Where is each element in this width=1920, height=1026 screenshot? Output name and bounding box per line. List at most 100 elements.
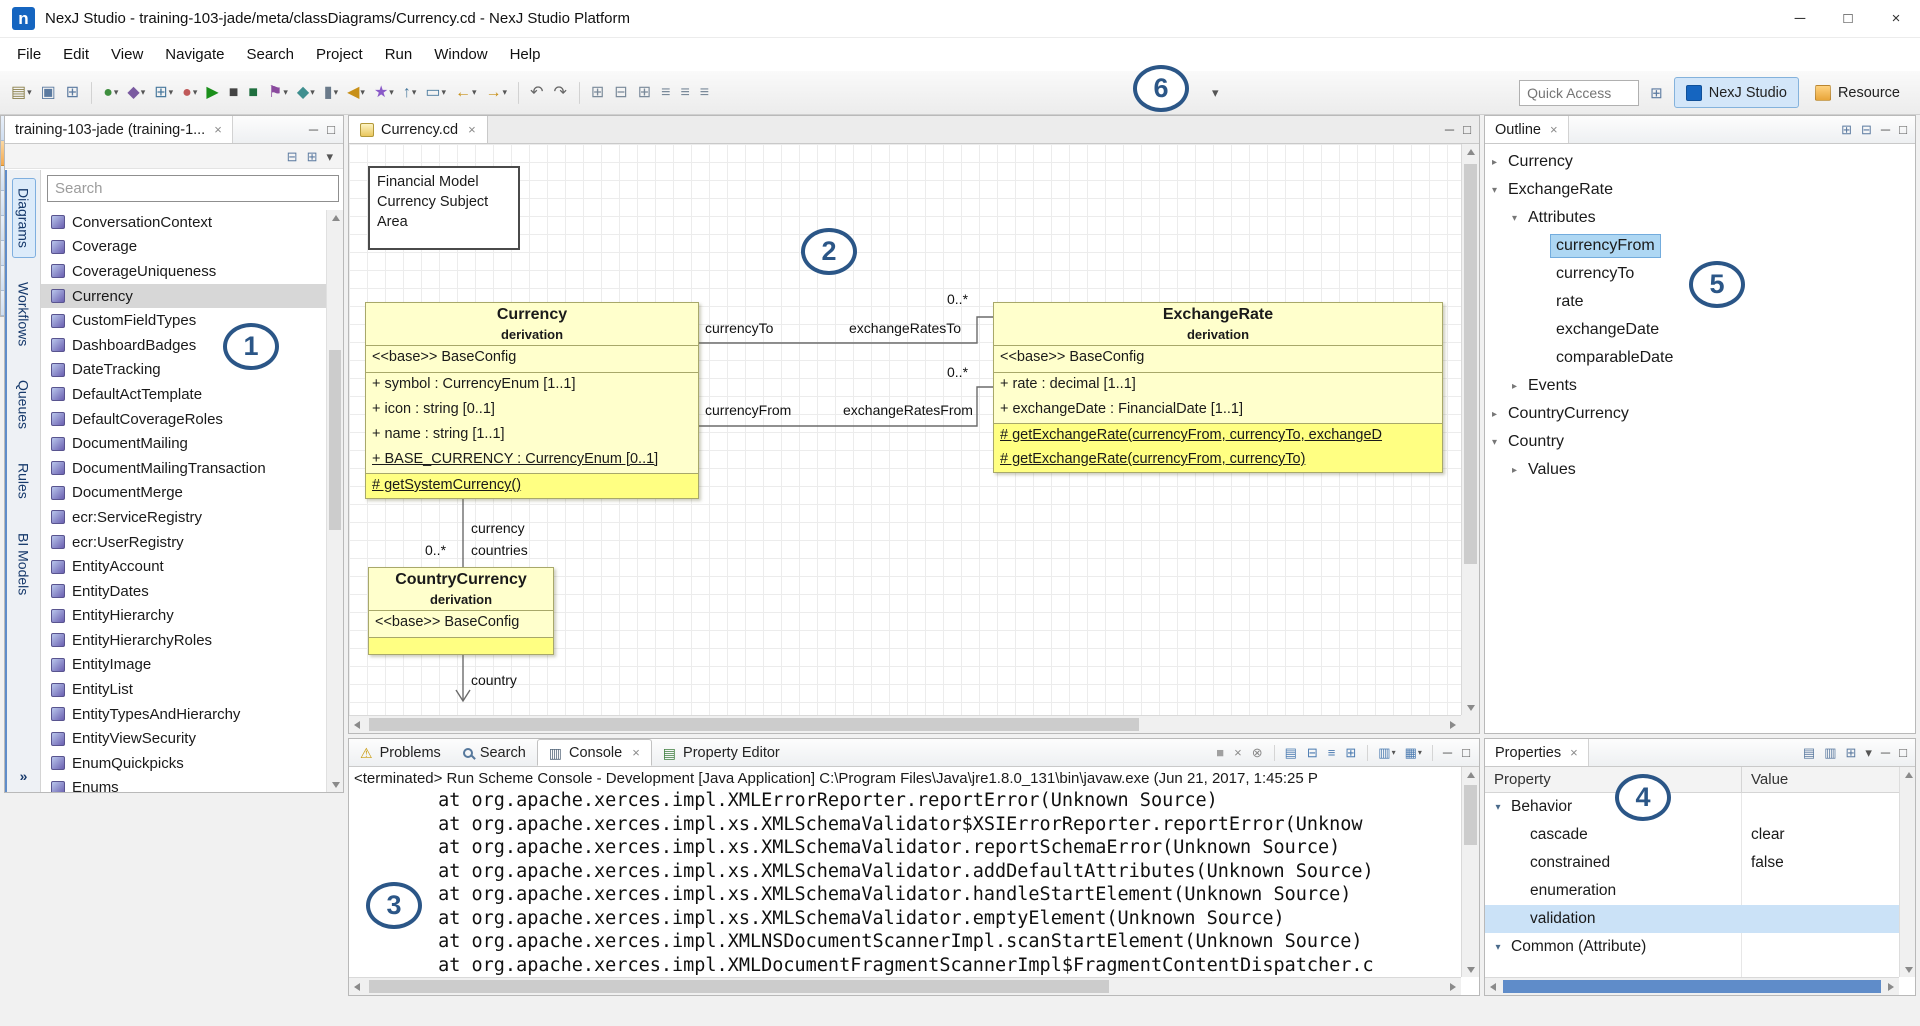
editor-horizontal-scrollbar[interactable]	[349, 715, 1461, 733]
assoc-name-exchangeratesfrom[interactable]: exchangeRatesFrom	[843, 402, 973, 418]
scroll-left-arrow[interactable]	[1485, 978, 1501, 996]
snap-icon[interactable]: ≡	[677, 82, 693, 104]
metadata-icon[interactable]: ⊞▾	[151, 82, 176, 104]
model-list-item[interactable]: DateTracking	[41, 358, 343, 383]
console-tool[interactable]	[1367, 745, 1368, 761]
toolbar-icon[interactable]	[518, 82, 519, 104]
new-wizard-icon[interactable]: ▤▾	[8, 82, 35, 104]
model-list-item[interactable]: EntityHierarchyRoles	[41, 628, 343, 653]
view-menu-icon[interactable]: ▾	[324, 148, 335, 165]
side-tab-queues[interactable]: Queues	[12, 370, 36, 439]
model-list-item[interactable]: EnumQuickpicks	[41, 751, 343, 776]
tree-arrow-icon[interactable]: ▾	[1487, 437, 1502, 448]
scroll-up-arrow[interactable]	[1462, 144, 1479, 159]
close-icon[interactable]: ×	[632, 745, 640, 760]
outline-item-currencyfrom[interactable]: currencyFrom	[1485, 232, 1915, 260]
scroll-lock-icon[interactable]: ⊟	[1305, 744, 1321, 761]
show-advanced-icon[interactable]: ▥	[1822, 744, 1838, 761]
diagram-canvas[interactable]: Financial ModelCurrency SubjectArea Curr…	[349, 144, 1461, 715]
tools-icon[interactable]: ◆▾	[294, 82, 318, 104]
scrollbar-thumb[interactable]	[1503, 980, 1881, 993]
maximize-view-icon[interactable]: □	[1897, 121, 1909, 138]
terminate-icon[interactable]: ■	[1214, 744, 1227, 761]
compare-icon[interactable]: ◀▾	[344, 82, 368, 104]
close-icon[interactable]: ×	[468, 122, 476, 137]
model-list-item[interactable]: Coverage	[41, 235, 343, 260]
model-list-item[interactable]: DefaultActTemplate	[41, 382, 343, 407]
property-row-constrained[interactable]: constrainedfalse	[1485, 849, 1899, 877]
uml-class-exchangerate[interactable]: ExchangeRate derivation <<base>> BaseCon…	[993, 302, 1443, 473]
redo-icon[interactable]: ↷	[550, 82, 570, 104]
scrollbar-thumb[interactable]	[1464, 164, 1477, 564]
maximize-view-icon[interactable]: □	[325, 121, 337, 138]
database-icon[interactable]: ▮▾	[321, 82, 341, 104]
class-attribute[interactable]: + icon : string [0..1]	[366, 398, 698, 423]
pin-icon[interactable]: ⊞	[1843, 744, 1858, 761]
tree-arrow-icon[interactable]: ▾	[1487, 185, 1502, 196]
scroll-down-arrow[interactable]	[1462, 700, 1479, 715]
assoc-role-currencyfrom[interactable]: currencyFrom	[705, 402, 791, 418]
publish-icon[interactable]: ↑▾	[400, 82, 420, 104]
properties-horizontal-scrollbar[interactable]	[1485, 977, 1899, 995]
side-tab-bi-models[interactable]: BI Models	[12, 523, 36, 605]
model-list-item[interactable]: Enums	[41, 776, 343, 792]
assoc-multiplicity[interactable]: 0..*	[947, 364, 968, 380]
debug-icon[interactable]: ●▾	[100, 82, 121, 104]
quick-access-input[interactable]	[1519, 80, 1639, 106]
category-arrow-icon[interactable]: ▾	[1490, 802, 1506, 813]
nexj-studio-perspective-button[interactable]: NexJ Studio	[1674, 77, 1799, 108]
menu-file[interactable]: File	[6, 38, 52, 71]
layout-icon[interactable]: ≡	[697, 82, 713, 104]
scroll-right-arrow[interactable]	[1883, 978, 1899, 996]
window-layout-icon[interactable]: ▭▾	[422, 82, 449, 104]
tree-arrow-icon[interactable]: ▾	[1507, 213, 1522, 224]
column-property[interactable]: Property	[1485, 771, 1741, 788]
stop-icon[interactable]: ■	[226, 82, 243, 104]
tree-arrow-icon[interactable]: ▸	[1507, 381, 1522, 392]
unlink-diagram-icon[interactable]: ⊟	[611, 82, 631, 104]
console-vertical-scrollbar[interactable]	[1461, 767, 1479, 977]
uml-class-countrycurrency[interactable]: CountryCurrency derivation <<base>> Base…	[368, 567, 554, 655]
run-icon[interactable]: ▶	[203, 82, 222, 104]
toolbar-icon[interactable]	[91, 82, 92, 104]
maximize-view-icon[interactable]: □	[1460, 744, 1473, 761]
menu-view[interactable]: View	[100, 38, 154, 71]
assoc-role-currencyto[interactable]: currencyTo	[705, 320, 773, 336]
model-list-item[interactable]: ConversationContext	[41, 210, 343, 235]
window-close-button[interactable]: ×	[1872, 0, 1920, 38]
model-list-item[interactable]: EntityTypesAndHierarchy	[41, 702, 343, 727]
show-categories-icon[interactable]: ▤	[1801, 744, 1817, 761]
clear-console-icon[interactable]: ▤	[1283, 744, 1300, 761]
model-list-item[interactable]: EntityAccount	[41, 554, 343, 579]
outline-item-currency[interactable]: ▸Currency	[1485, 148, 1915, 176]
remove-launch-icon[interactable]: ×	[1232, 744, 1245, 761]
class-method[interactable]: # getSystemCurrency()	[366, 474, 698, 498]
scroll-up-arrow[interactable]	[327, 210, 344, 225]
console-horizontal-scrollbar[interactable]	[349, 977, 1461, 995]
model-list-item[interactable]: EntityViewSecurity	[41, 726, 343, 751]
tree-arrow-icon[interactable]: ▸	[1487, 157, 1502, 168]
class-attribute[interactable]: + symbol : CurrencyEnum [1..1]	[366, 373, 698, 398]
word-wrap-icon[interactable]: ≡	[1326, 744, 1339, 761]
property-row-validation[interactable]: validation	[1485, 905, 1899, 933]
toolbar-icon[interactable]	[579, 82, 580, 104]
view-menu-icon[interactable]: ▾	[1863, 744, 1874, 761]
open-perspective-icon[interactable]: ⊞	[1648, 82, 1665, 104]
property-row-cascade[interactable]: cascadeclear	[1485, 821, 1899, 849]
side-tab-rules[interactable]: Rules	[12, 453, 36, 509]
minimize-view-icon[interactable]: ─	[1443, 121, 1456, 138]
tab-problems[interactable]: ⚠Problems	[349, 739, 452, 766]
back-icon[interactable]: ←▾	[452, 82, 480, 104]
assoc-multiplicity[interactable]: 0..*	[425, 542, 446, 558]
assoc-role-currency[interactable]: currency	[471, 520, 525, 536]
close-icon[interactable]: ×	[214, 122, 222, 137]
class-method[interactable]: # getExchangeRate(currencyFrom, currency…	[994, 424, 1442, 448]
model-list-item[interactable]: DocumentMerge	[41, 481, 343, 506]
scroll-left-arrow[interactable]	[349, 716, 365, 734]
minder-flag-icon[interactable]: ⚑▾	[265, 82, 291, 104]
explorer-view-tab[interactable]: training-103-jade (training-1... ×	[5, 116, 233, 143]
model-list-item[interactable]: DocumentMailing	[41, 431, 343, 456]
scrollbar-thumb[interactable]	[369, 980, 1109, 993]
minimize-view-icon[interactable]: ─	[1879, 121, 1892, 138]
window-minimize-button[interactable]: ─	[1776, 0, 1824, 38]
